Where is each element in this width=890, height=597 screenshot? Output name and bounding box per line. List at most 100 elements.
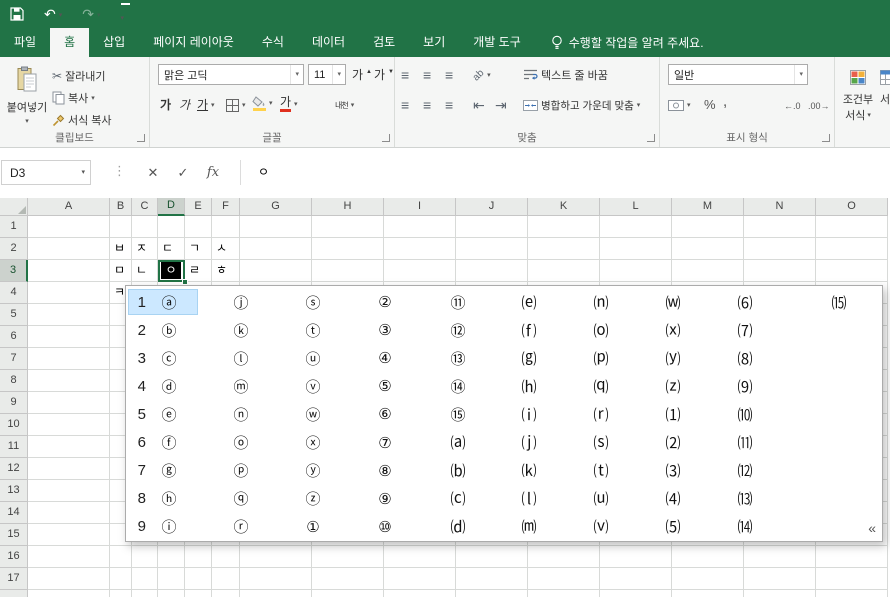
cell-D17[interactable] [158,568,185,590]
cell-N3[interactable] [744,260,816,282]
orientation-button[interactable]: ab ▾ [471,65,491,85]
row-header-4[interactable]: 4 [0,282,28,304]
ime-candidate[interactable]: ⒵ [665,372,680,400]
ime-candidate[interactable]: ⓓ [161,372,176,400]
ime-candidate[interactable]: ⑪ [450,288,465,316]
ime-candidate[interactable]: ⓢ [305,288,320,316]
ime-candidate[interactable]: ⑼ [737,372,752,400]
cell-K3[interactable] [528,260,600,282]
column-header-J[interactable]: J [456,198,528,216]
align-top-button[interactable]: ≡ [401,65,409,85]
ime-candidate[interactable]: ⓡ [233,513,248,541]
ime-candidate[interactable]: ⒜ [450,428,465,456]
insert-function-button[interactable]: fx [200,160,226,185]
ime-candidate[interactable]: ⓘ [161,513,176,541]
row-header-6[interactable]: 6 [0,326,28,348]
ime-candidate[interactable]: ⓞ [233,428,248,456]
ime-candidate[interactable]: ⒂ [831,288,846,316]
cell-N1[interactable] [744,216,816,238]
ime-candidate[interactable]: ⓦ [305,400,320,428]
underline-button[interactable]: 가 ▾ [197,95,215,115]
ime-candidate[interactable]: ⒥ [521,428,536,456]
ime-candidate[interactable]: ⑸ [665,513,680,541]
cell-N18[interactable] [744,590,816,597]
cell-I2[interactable] [384,238,456,260]
copy-button[interactable]: 복사 ▾ [52,88,95,108]
row-header-15[interactable]: 15 [0,524,28,546]
column-header-F[interactable]: F [212,198,240,216]
cell-A8[interactable] [28,370,110,392]
ime-candidate-selected[interactable]: ⓐ [161,288,176,316]
cell-K2[interactable] [528,238,600,260]
column-header-H[interactable]: H [312,198,384,216]
ime-candidate[interactable]: ⒴ [665,344,680,372]
ime-candidate[interactable]: ⒪ [593,316,608,344]
ime-candidate[interactable]: ⑾ [737,428,752,456]
ribbon-tab-home[interactable]: 홈 [50,28,90,57]
ime-candidate[interactable]: ⒮ [593,428,608,456]
row-header-12[interactable]: 12 [0,458,28,480]
cell-G17[interactable] [240,568,312,590]
cell-H17[interactable] [312,568,384,590]
row-header-11[interactable]: 11 [0,436,28,458]
ime-candidate[interactable]: ⒁ [737,513,752,541]
ime-candidate[interactable]: ⑿ [737,457,752,485]
column-header-E[interactable]: E [185,198,212,216]
wrap-text-button[interactable]: 텍스트 줄 바꿈 [523,65,608,85]
cell-F3[interactable]: ㅎ [212,260,240,282]
cell-H1[interactable] [312,216,384,238]
cell-J16[interactable] [456,546,528,568]
ime-candidate[interactable]: ⓥ [305,372,320,400]
cell-H18[interactable] [312,590,384,597]
ime-candidate[interactable]: ⑬ [450,344,465,372]
increase-decimal-button[interactable]: ←.0 [784,96,801,116]
font-size-combo[interactable]: 11 ▾ [308,64,346,85]
increase-indent-button[interactable]: ⇥ [495,95,507,115]
cell-A14[interactable] [28,502,110,524]
cell-E3[interactable]: ㄹ [185,260,212,282]
ime-candidate[interactable]: ⓤ [305,344,320,372]
fill-color-button[interactable]: ▾ [252,93,273,113]
increase-font-size-button[interactable]: 가 ▲ [352,65,372,85]
column-header-B[interactable]: B [110,198,132,216]
ribbon-tab-review[interactable]: 검토 [359,28,409,57]
cell-M16[interactable] [672,546,744,568]
column-header-L[interactable]: L [600,198,672,216]
cell-J1[interactable] [456,216,528,238]
ime-candidate[interactable]: ⓙ [233,288,248,316]
ime-candidate[interactable]: ⓖ [161,457,176,485]
comma-style-button[interactable]: , [723,91,727,111]
cell-N2[interactable] [744,238,816,260]
cell-A15[interactable] [28,524,110,546]
collapse-button[interactable]: « [868,520,876,536]
cell-L17[interactable] [600,568,672,590]
row-header-10[interactable]: 10 [0,414,28,436]
cell-K18[interactable] [528,590,600,597]
select-all-corner[interactable] [0,198,28,216]
cut-button[interactable]: ✂ 잘라내기 [52,66,106,86]
cell-C16[interactable] [132,546,158,568]
ime-candidate[interactable]: ⑹ [737,288,752,316]
ime-candidate[interactable]: ⑮ [450,400,465,428]
decrease-decimal-button[interactable]: .00→ [808,96,830,116]
ime-candidate[interactable]: ⒀ [737,485,752,513]
cell-F18[interactable] [212,590,240,597]
cell-L18[interactable] [600,590,672,597]
dialog-launcher-icon[interactable] [647,134,655,142]
decrease-indent-button[interactable]: ⇤ [473,95,485,115]
cell-A9[interactable] [28,392,110,414]
ime-candidate[interactable]: ⑨ [378,485,391,513]
ribbon-tab-page-layout[interactable]: 페이지 레이아웃 [139,28,248,57]
name-box[interactable]: D3 ▾ [1,160,91,185]
cell-E18[interactable] [185,590,212,597]
row-header-3[interactable]: 3 [0,260,28,282]
ime-candidate[interactable]: ⒝ [450,457,465,485]
ime-candidate[interactable]: ⑽ [737,400,752,428]
align-center-button[interactable]: ≡ [423,95,431,115]
ime-candidate[interactable]: ⒯ [593,457,608,485]
cell-E16[interactable] [185,546,212,568]
ime-candidate[interactable]: ⓚ [233,316,248,344]
cancel-button[interactable]: ✕ [140,160,166,185]
cell-A12[interactable] [28,458,110,480]
ime-candidate[interactable]: ⒤ [521,400,536,428]
